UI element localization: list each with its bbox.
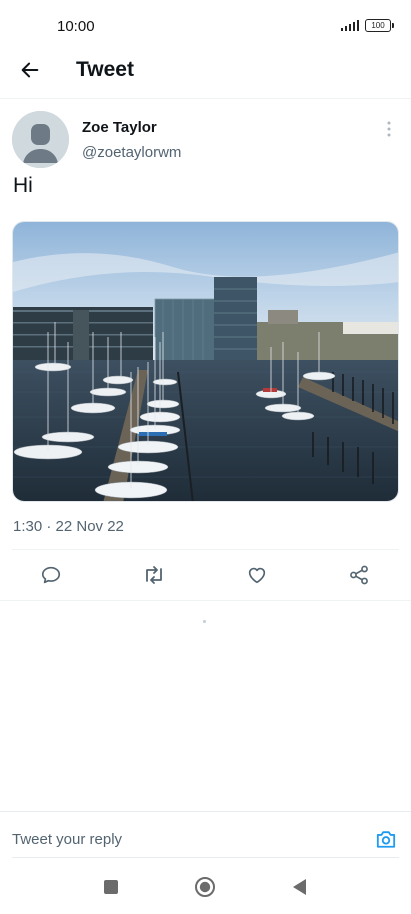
default-avatar-icon	[12, 111, 69, 168]
circle-icon	[195, 877, 215, 897]
reply-divider	[0, 811, 411, 812]
tweet-timestamp: 1:30 · 22 Nov 22	[13, 518, 124, 535]
reply-input[interactable]	[12, 826, 352, 852]
avatar[interactable]	[12, 111, 69, 168]
retweet-icon	[146, 566, 162, 584]
harbour-photo-icon	[13, 222, 398, 501]
square-icon	[104, 880, 118, 894]
header-divider	[0, 98, 411, 99]
recents-button[interactable]	[96, 872, 126, 902]
divider	[12, 549, 399, 550]
more-vertical-icon	[387, 121, 391, 137]
tweet-photo[interactable]	[12, 221, 399, 502]
home-button[interactable]	[190, 872, 220, 902]
status-icons: 100	[340, 19, 394, 32]
share-button[interactable]	[346, 562, 372, 588]
nav-back-button[interactable]	[284, 872, 314, 902]
signal-icon	[340, 20, 359, 31]
more-options-button[interactable]	[378, 118, 400, 140]
battery-icon: 100	[365, 19, 394, 32]
reply-button[interactable]	[38, 562, 64, 588]
tweet-text: Hi	[13, 174, 33, 197]
heart-icon	[248, 567, 266, 584]
page-title: Tweet	[76, 58, 134, 81]
triangle-back-icon	[293, 879, 306, 895]
reply-underline	[12, 857, 399, 858]
camera-button[interactable]	[373, 826, 399, 852]
arrow-left-icon	[21, 62, 39, 78]
author-name[interactable]: Zoe Taylor	[82, 119, 157, 136]
share-icon	[350, 565, 368, 585]
back-button[interactable]	[14, 54, 46, 86]
divider	[0, 600, 411, 601]
like-button[interactable]	[244, 562, 270, 588]
comment-icon	[41, 566, 61, 584]
author-handle[interactable]: @zoetaylorwm	[82, 144, 181, 161]
camera-icon	[376, 831, 396, 848]
loading-indicator	[203, 620, 206, 623]
retweet-button[interactable]	[141, 562, 167, 588]
status-time: 10:00	[57, 18, 95, 35]
